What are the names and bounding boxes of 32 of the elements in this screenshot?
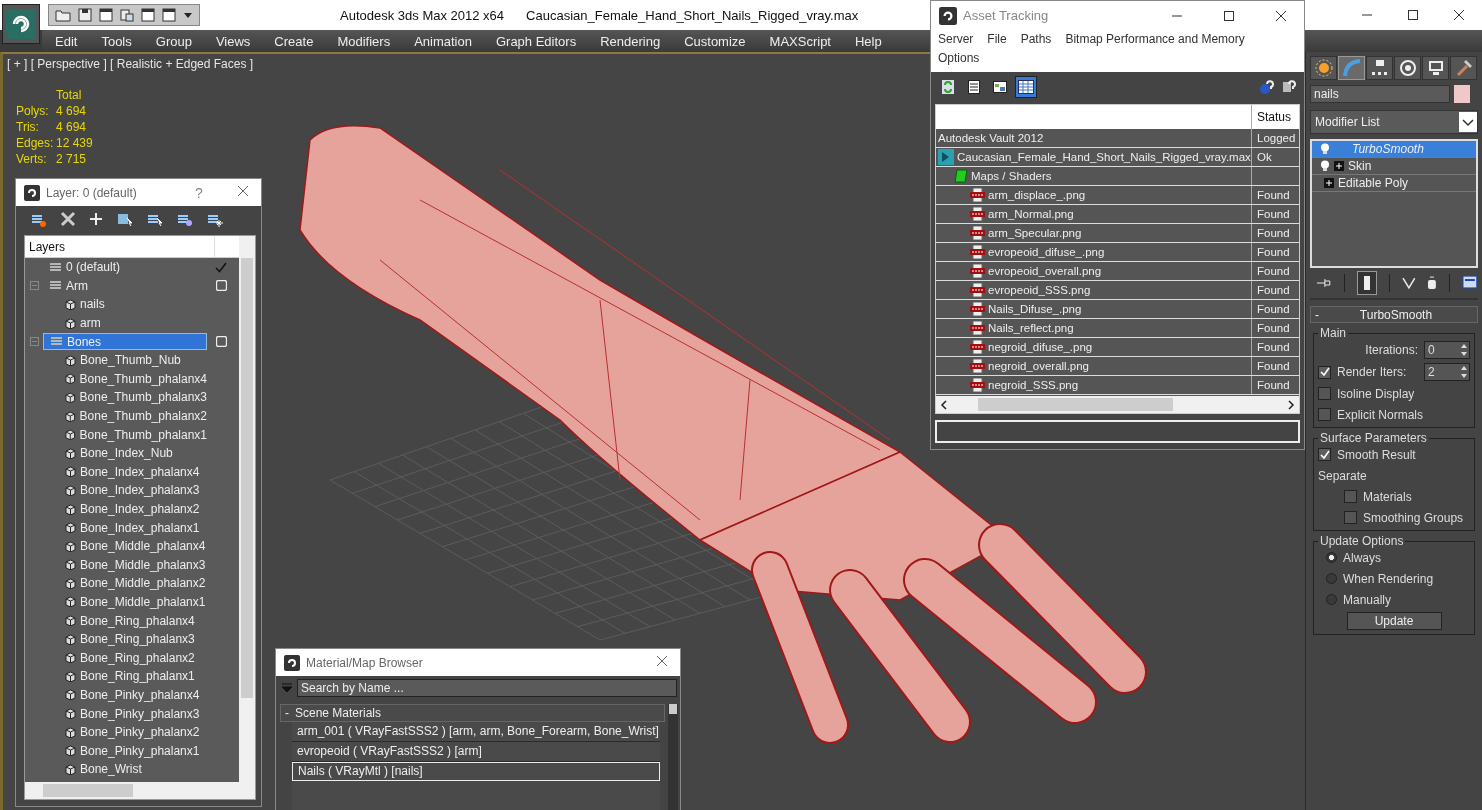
status-cell-text: Found — [1256, 263, 1291, 279]
window-title: Asset Tracking — [963, 8, 1050, 24]
status-cell-text: Ok — [1256, 149, 1273, 165]
stat-label: Tris: — [16, 119, 40, 135]
spinner-label: Iterations: — [1365, 343, 1418, 357]
status-cell-text: Found — [1256, 358, 1291, 374]
stat-label: Edges: — [16, 135, 55, 151]
window-title: Material/Map Browser — [306, 655, 424, 670]
status-cell-text: Logged — [1256, 130, 1297, 146]
stat-value: 12 439 — [56, 135, 93, 151]
stat-value: 4 694 — [56, 119, 88, 135]
stat-label: Verts: — [16, 151, 48, 167]
group-title: Surface Parameters — [1319, 431, 1428, 445]
status-cell-text: Found — [1256, 339, 1291, 355]
group-title: Update Options — [1319, 534, 1405, 548]
window-title: Layer: 0 (default) — [46, 185, 138, 200]
status-cell-text: Found — [1256, 244, 1291, 260]
stats-header: Total — [56, 87, 83, 103]
status-cell-text: Found — [1256, 282, 1291, 298]
status-cell-text: Found — [1256, 187, 1291, 203]
status-cell-text: Found — [1256, 320, 1291, 336]
status-cell-text: Found — [1256, 225, 1291, 241]
status-cell-text: Found — [1256, 377, 1291, 393]
stat-label: Polys: — [16, 103, 50, 119]
status-cell-text: Found — [1256, 206, 1291, 222]
status-cell-text: Found — [1256, 301, 1291, 317]
app-title: Autodesk 3ds Max 2012 x64 — [340, 7, 505, 23]
stat-value: 4 694 — [56, 103, 88, 119]
group-title: Main — [1319, 326, 1347, 340]
group-label: Separate — [1318, 468, 1367, 483]
stat-value: 2 715 — [56, 151, 88, 167]
file-name: Caucasian_Female_Hand_Short_Nails_Rigged_vray.max — [526, 7, 859, 23]
